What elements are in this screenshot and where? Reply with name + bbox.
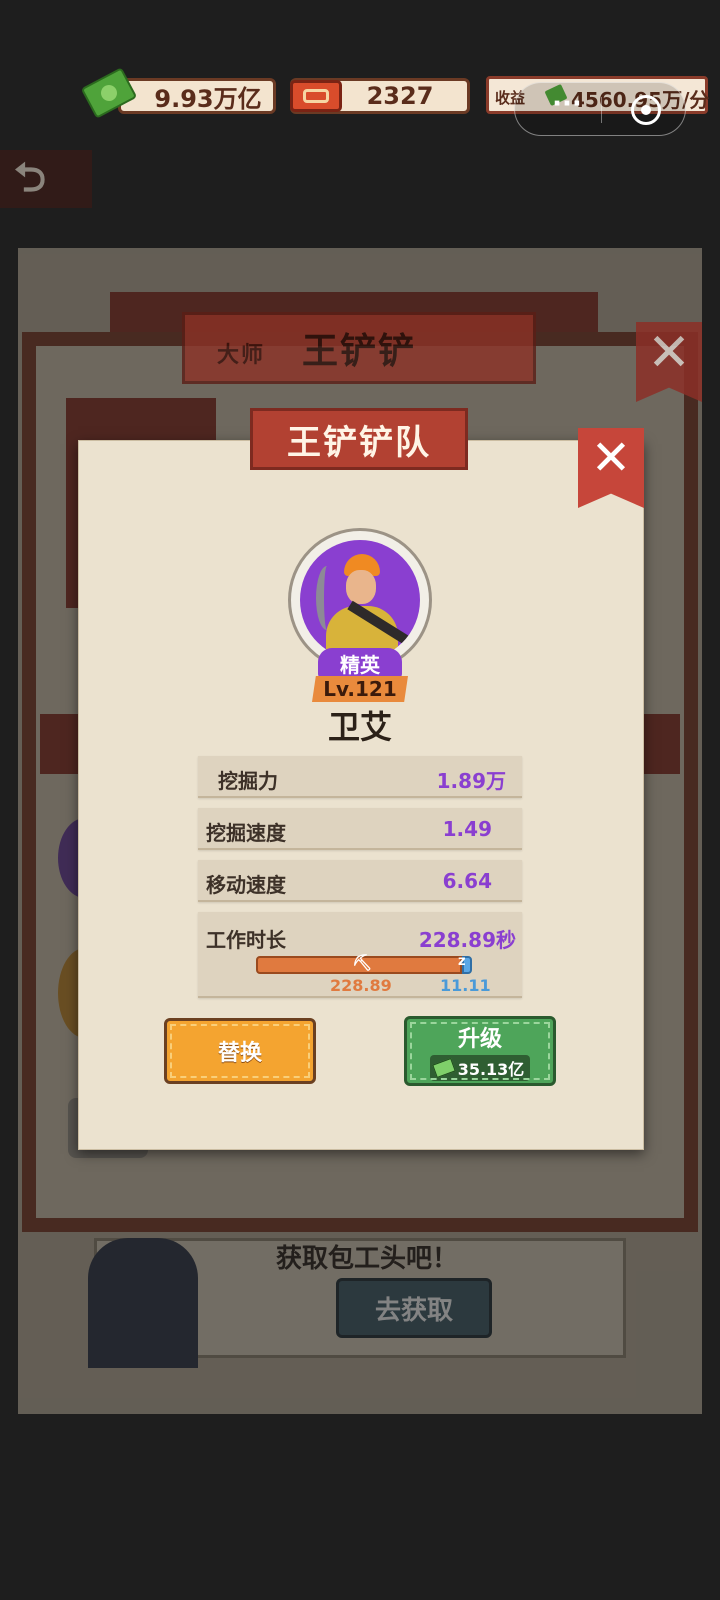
level-badge: Lv.121 [312,676,408,702]
pickaxe-icon: ⛏ [352,953,373,972]
background-close-icon: ✕ [647,323,691,383]
stat-value: 1.89万 [436,769,506,793]
mini-program-capsule: ··· [514,82,686,136]
level-label: Lv.121 [323,677,397,701]
cash-value: 9.93万亿 [154,84,262,113]
dialog-title: 王铲铲队 [287,422,431,463]
stat-value: 6.64 [442,869,492,893]
stat-row-dig-speed: 挖掘速度 1.49 [198,808,522,850]
work-time-value: 228.89秒 [418,928,516,952]
work-time-label: 工作时长 [206,928,286,952]
back-button[interactable]: ⮌ [0,150,92,208]
upgrade-cost-value: 35.13亿 [457,1060,525,1079]
manager-name: 王铲铲 [301,331,416,372]
rank-label: 精英 [340,652,380,677]
manager-title-banner: 大师 王铲铲 [182,312,536,384]
stat-value: 1.49 [442,817,492,841]
character-head [346,570,376,604]
upgrade-cost: 35.13亿 [429,1055,531,1081]
upgrade-label: 升级 [457,1027,502,1052]
back-arrow-icon: ⮌ [14,155,47,201]
character-portrait [300,540,420,660]
stat-row-dig-power: 挖掘力 1.89万 [198,756,522,798]
manager-rank-label: 大师 [217,343,266,368]
upgrade-cash-icon [431,1058,456,1078]
close-mini-program-icon[interactable] [631,95,661,125]
rank-badge: 精英 [318,648,402,678]
upgrade-button[interactable]: 升级 35.13亿 [404,1016,556,1086]
ticket-icon [290,80,342,112]
background-figure [88,1238,198,1368]
background-prompt-text: 获取包工头吧！ [276,1244,459,1274]
rest-seconds: 11.11 [440,976,491,995]
go-get-label: 去获取 [374,1295,453,1326]
sleep-icon: z [458,954,466,969]
stat-label: 挖掘力 [218,769,278,793]
replace-button[interactable]: 替换 [164,1018,316,1084]
pickaxe-head [316,566,338,630]
work-time-bar: ⛏ z [256,953,472,974]
stat-label: 挖掘速度 [206,821,286,845]
capsule-divider [601,97,602,123]
cash-counter: 9.93万亿 [118,78,276,114]
close-icon: ✕ [590,430,632,486]
replace-label: 替换 [217,1041,262,1066]
dialog-title-banner: 王铲铲队 [250,408,468,470]
ticket-value: 2327 [366,82,434,110]
work-seconds: 228.89 [330,976,392,995]
stat-row-move-speed: 移动速度 6.64 [198,860,522,902]
stat-row-work-time: 工作时长 228.89秒 ⛏ z 228.89 11.11 [198,912,522,998]
character-name: 卫艾 [327,708,392,746]
background-go-get-button[interactable]: 去获取 [336,1278,492,1338]
stat-label: 移动速度 [206,873,286,897]
more-options-icon[interactable]: ··· [537,91,597,123]
